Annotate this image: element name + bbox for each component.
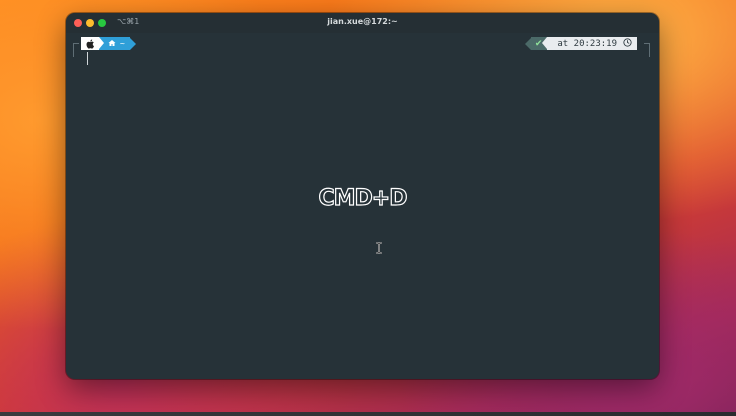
time-segment: at 20:23:19 (547, 37, 637, 50)
terminal-window[interactable]: ⌥⌘1 jian.xue@172:~ ~ ✔ at 20:23:19 CMD+D (66, 13, 659, 379)
ibeam-cursor-icon (376, 242, 382, 254)
prompt-right-segments: ✔ at 20:23:19 (524, 37, 637, 50)
wallpaper-bottom-edge (0, 412, 736, 416)
directory-segment-arrow (129, 37, 136, 50)
apple-icon-svg (86, 39, 94, 49)
clock-icon (623, 37, 632, 50)
text-cursor (87, 52, 88, 65)
home-icon-svg (108, 39, 116, 46)
prompt-time: at 20:23:19 (557, 38, 617, 49)
checkmark-icon: ✔ (534, 38, 543, 49)
keystroke-overlay: CMD+D (318, 185, 408, 211)
directory-segment: ~ (99, 37, 130, 50)
clock-icon-svg (623, 37, 632, 47)
window-title: jian.xue@172:~ (327, 17, 398, 26)
current-directory: ~ (120, 39, 125, 48)
apple-icon (81, 37, 99, 50)
prompt-frame-left (73, 43, 79, 57)
home-icon (108, 39, 116, 49)
prompt-frame-right (644, 43, 650, 57)
title-bar[interactable]: ⌥⌘1 jian.xue@172:~ (66, 13, 659, 33)
prompt-left-segments: ~ (81, 37, 136, 50)
